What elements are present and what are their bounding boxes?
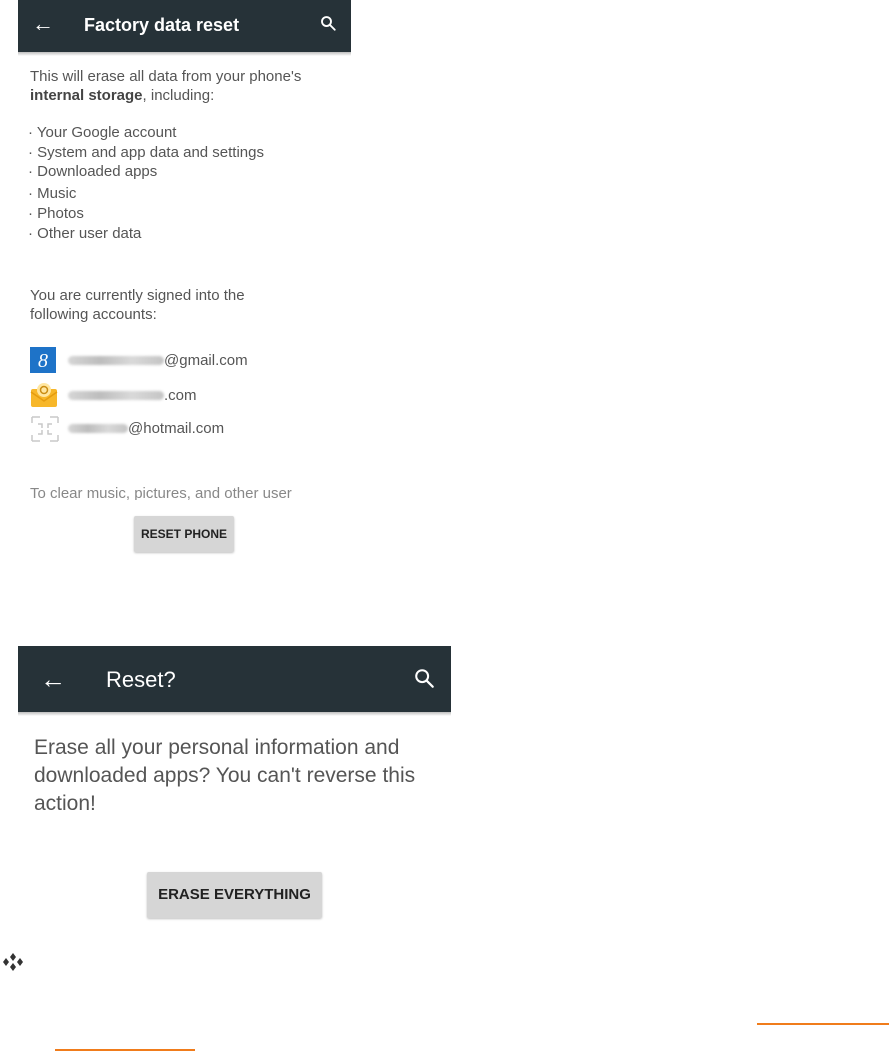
reset-confirm-screen: ← Reset? Erase all your personal informa… (18, 646, 451, 926)
search-icon[interactable] (413, 667, 435, 694)
list-item-label: Your Google account (36, 124, 177, 141)
account-email: @hotmail.com (128, 419, 225, 437)
link-underline (757, 1023, 889, 1025)
redacted-username (68, 423, 128, 433)
list-item-label: System and app data and settings (37, 144, 264, 161)
list-item-label: Photos (37, 205, 84, 222)
list-item: · System and app data and settings (28, 144, 264, 161)
list-item-label: Music (37, 185, 77, 202)
account-email: @gmail.com (164, 351, 248, 369)
page-title: Reset? (106, 667, 176, 692)
list-item: · Your Google account (28, 124, 177, 141)
google-account-icon: 8 (30, 347, 60, 373)
svg-text:8: 8 (38, 350, 48, 372)
list-item: · Photos (28, 205, 84, 222)
account-row: .com (30, 382, 197, 408)
list-item: · Music (28, 185, 77, 202)
list-item: · Downloaded apps (28, 163, 158, 180)
arrow-back-icon[interactable]: ← (32, 11, 54, 37)
intro-text-bold: internal storage (30, 87, 143, 104)
reset-phone-button[interactable]: RESET PHONE (134, 516, 234, 552)
account-email: .com (164, 386, 197, 404)
app-bar: ← Factory data reset (18, 0, 351, 52)
cut-off-text: To clear music, pictures, and other user (30, 484, 350, 500)
list-item-label: Other user data (37, 225, 142, 242)
arrow-back-icon[interactable]: ← (40, 664, 66, 695)
cut-off-text-label: To clear music, pictures, and other user (30, 485, 292, 500)
search-icon[interactable] (319, 14, 337, 37)
erase-everything-button[interactable]: ERASE EVERYTHING (147, 872, 322, 918)
app-bar: ← Reset? (18, 646, 451, 712)
intro-text: This will erase all data from your phone… (30, 67, 350, 105)
diamond-bullet-icon (3, 953, 23, 971)
account-row: 8 @gmail.com (30, 347, 248, 373)
intro-text-part2: , including: (142, 87, 215, 104)
list-item-label: Downloaded apps (37, 163, 158, 180)
redacted-username (68, 390, 164, 400)
app-bar-shadow (18, 712, 451, 716)
account-row: @hotmail.com (30, 415, 225, 442)
email-app-icon (30, 382, 60, 408)
redacted-username (68, 355, 164, 365)
intro-text-part1: This will erase all data from your phone… (30, 68, 302, 85)
generic-account-icon (30, 415, 60, 442)
list-item: · Other user data (28, 225, 142, 242)
factory-reset-screen: ← Factory data reset This will erase all… (18, 0, 351, 500)
app-bar-shadow (18, 52, 351, 56)
confirm-message: Erase all your personal information and … (34, 736, 416, 815)
signed-in-text: You are currently signed into the follow… (30, 287, 245, 323)
page-title: Factory data reset (84, 15, 240, 35)
